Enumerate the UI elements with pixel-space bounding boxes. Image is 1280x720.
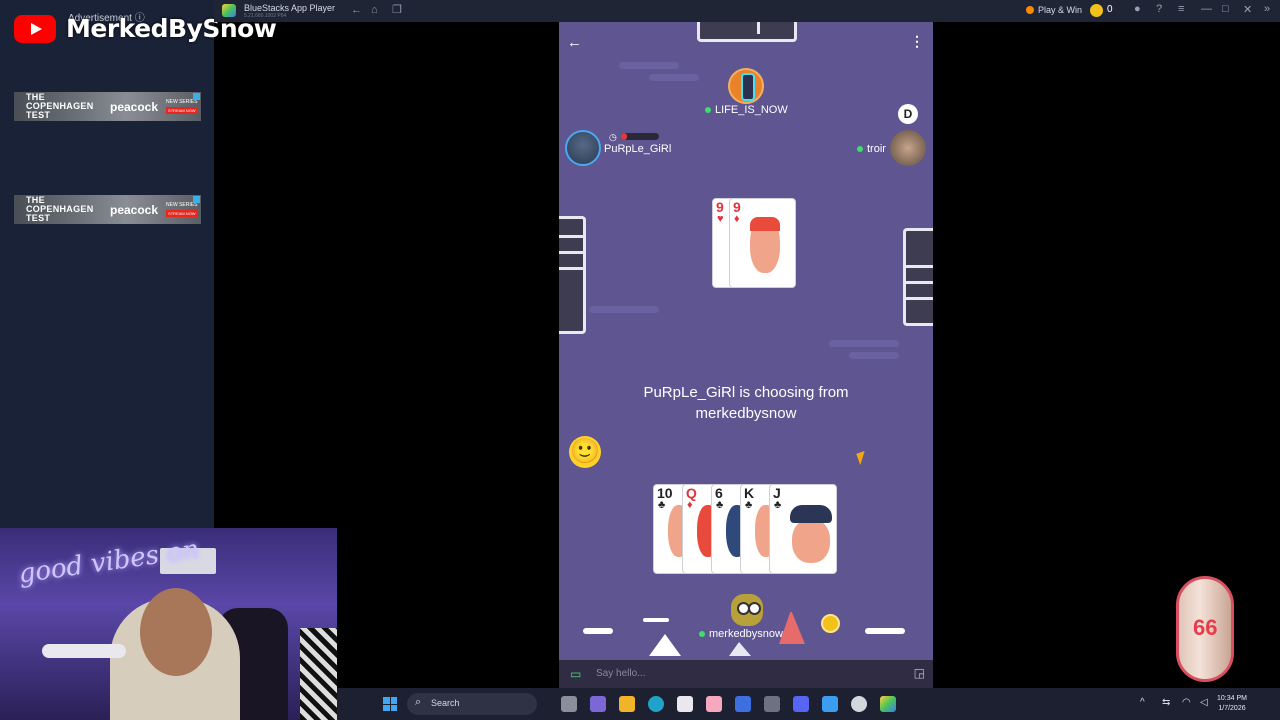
center-card: 9 ♦ (729, 198, 796, 288)
ad-tags: NEW SERIES STREAM NOW (166, 99, 198, 114)
online-dot-icon (857, 146, 863, 153)
pirate-hat-illustration (790, 505, 832, 523)
home-icon[interactable]: ⌂ (371, 4, 378, 16)
cloud (589, 306, 659, 313)
chat-bar[interactable]: ▭ Say hello... ◲ (559, 660, 933, 688)
taskbar-clock[interactable]: 10:34 PM 1/7/2026 (1217, 694, 1247, 714)
menu-icon[interactable]: ≡ (1178, 3, 1184, 15)
floor-decoration (583, 612, 905, 656)
task-view-icon[interactable] (561, 696, 577, 712)
cloud (829, 340, 899, 347)
emoji-reaction-button[interactable]: 🙂 (569, 436, 601, 468)
windows-start-icon[interactable] (383, 697, 397, 711)
ad-choices-icon[interactable] (193, 196, 200, 203)
obs-icon[interactable] (851, 696, 867, 712)
windows-taskbar: ⌕ Search ^ ⇆ ◠ ◁ 10:34 PM 1/7/2026 (337, 688, 1280, 720)
microphone (42, 644, 126, 658)
ad-banner[interactable]: THE COPENHAGEN TEST peacock NEW SERIES ST… (14, 195, 201, 224)
minimize-icon[interactable]: — (1201, 3, 1212, 15)
file-explorer-icon[interactable] (619, 696, 635, 712)
settings-icon[interactable] (764, 696, 780, 712)
left-player-card-stack (559, 216, 586, 334)
window-title: BlueStacks App Player (244, 3, 336, 13)
left-player-name: PuRpLe_GiRl (604, 143, 672, 155)
profile-icon[interactable]: ● (1134, 3, 1141, 15)
zebra-blanket (300, 628, 337, 720)
card-suit: ♦ (734, 213, 740, 225)
play-win-button[interactable]: Play & Win (1026, 5, 1082, 15)
ad-title: THE COPENHAGEN TEST (26, 195, 94, 223)
maximize-icon[interactable]: □ (1222, 3, 1229, 15)
back-icon[interactable]: ← (351, 4, 362, 16)
volume-icon[interactable]: ◁ (1200, 697, 1208, 708)
ad-banner[interactable]: THE COPENHAGEN TEST peacock NEW SERIES ST… (14, 92, 201, 121)
right-player-name: troir (857, 143, 886, 155)
tray-chevron-icon[interactable]: ^ (1140, 697, 1145, 708)
store-icon[interactable] (677, 696, 693, 712)
card-suit: ♥ (717, 213, 724, 225)
hand-card[interactable]: J ♣ (769, 484, 837, 574)
left-player-avatar[interactable] (565, 130, 601, 166)
back-arrow-icon[interactable]: ← (567, 34, 582, 51)
ad-sidebar: Advertisement ⓘ THE COPENHAGEN TEST peac… (0, 0, 214, 528)
youtube-logo-icon (14, 14, 56, 43)
recent-apps-icon[interactable]: ❐ (392, 4, 402, 16)
window-version: 5.21.660.1002 P64 (244, 13, 287, 19)
ad-choices-icon[interactable] (193, 93, 200, 100)
ad-brand: peacock (110, 202, 159, 217)
right-player-avatar[interactable] (890, 130, 926, 166)
ad-tags: NEW SERIES STREAM NOW (166, 202, 198, 217)
team-badge-overlay: 66 (1176, 576, 1234, 682)
game-screen: ← ⋮ LIFE_IS_NOW D ◷ PuRpLe_GiRl troir 9 … (559, 22, 933, 688)
ad-brand: peacock (110, 99, 159, 114)
right-player-card-stack (903, 228, 933, 326)
network-icon[interactable]: ⇆ (1162, 697, 1170, 708)
ad-title: THE COPENHAGEN TEST (26, 92, 94, 120)
game-status-text: PuRpLe_GiRl is choosing from merkedbysno… (643, 384, 849, 422)
card-rank: 9 (733, 199, 741, 215)
play-win-icon (1026, 6, 1034, 14)
cloud (619, 62, 679, 69)
online-dot-icon (705, 107, 711, 114)
more-options-icon[interactable]: ⋮ (910, 33, 924, 50)
sticker-icon[interactable]: ◲ (914, 666, 925, 680)
taskbar-search[interactable]: ⌕ Search (407, 693, 537, 715)
neon-sign: good vibes on (16, 534, 202, 590)
bluestacks-logo-icon (222, 4, 236, 17)
bluestacks-taskbar-icon[interactable] (880, 696, 896, 712)
webcam-overlay: good vibes on (0, 528, 337, 720)
top-player-name: LIFE_IS_NOW (705, 104, 788, 116)
bluestacks-titlebar: BlueStacks App Player 5.21.660.1002 P64 … (214, 0, 1280, 22)
streamer-head (140, 588, 212, 676)
cloud (849, 352, 899, 359)
timer-icon: ◷ (609, 132, 617, 142)
dealer-badge: D (898, 104, 918, 124)
coin-icon (1090, 4, 1103, 17)
turn-timer-fill (621, 133, 627, 140)
notepad-icon[interactable] (822, 696, 838, 712)
top-player-card-stack (697, 22, 797, 42)
help-icon[interactable]: ? (1156, 3, 1162, 15)
cloud (649, 74, 699, 81)
edge-icon[interactable] (648, 696, 664, 712)
close-icon[interactable]: ✕ (1243, 3, 1252, 16)
top-player-avatar[interactable] (728, 68, 764, 104)
copilot-icon[interactable] (735, 696, 751, 712)
chat-input[interactable]: Say hello... (596, 668, 645, 679)
chat-icon: ▭ (570, 667, 582, 681)
coin-count: 0 (1107, 4, 1113, 15)
teams-icon[interactable] (590, 696, 606, 712)
search-icon: ⌕ (415, 696, 422, 708)
wifi-icon[interactable]: ◠ (1182, 697, 1191, 708)
app-icon[interactable] (706, 696, 722, 712)
discord-icon[interactable] (793, 696, 809, 712)
badge-number: 66 (1193, 615, 1218, 640)
card-rank: 9 (716, 199, 724, 215)
sidebar-toggle-icon[interactable]: » (1264, 3, 1270, 15)
turn-timer-bar (621, 133, 659, 140)
